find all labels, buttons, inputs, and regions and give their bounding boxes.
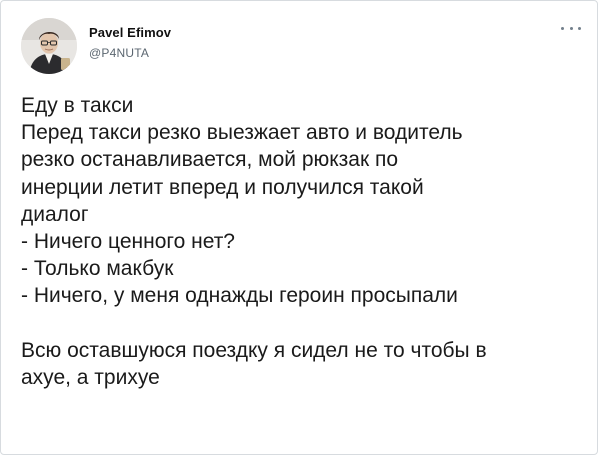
tweet-line: резко останавливается, мой рюкзак по	[21, 148, 399, 172]
author-avatar[interactable]	[21, 18, 77, 74]
tweet-line: - Ничего, у меня однажды героин просыпал…	[21, 284, 458, 308]
tweet-line: диалог	[21, 202, 89, 226]
tweet-line: - Ничего ценного нет?	[21, 229, 235, 253]
tweet-line: Еду в такси	[21, 94, 134, 117]
tweet-text: Еду в такси Перед такси резко выезжает а…	[21, 92, 591, 391]
tweet-line: Перед такси резко выезжает авто и водите…	[21, 121, 463, 145]
tweet-line: ахуе, а трихуе	[21, 365, 160, 389]
tweet-card: Pavel Efimov @P4NUTA Еду в такси Перед т…	[0, 0, 598, 455]
tweet-line: инерции летит вперед и получился такой	[21, 175, 424, 199]
user-avatar-photo-icon	[21, 18, 77, 74]
more-dot	[569, 26, 573, 30]
more-dot	[561, 26, 564, 30]
author-name[interactable]: Pavel Efimov	[89, 25, 171, 40]
tweet-line: Всю оставшуюся поездку я сидел не то что…	[21, 338, 487, 362]
more-dot	[578, 26, 581, 30]
tweet-line: - Только макбук	[21, 257, 174, 281]
author-handle[interactable]: @P4NUTA	[89, 46, 149, 60]
more-options-icon[interactable]	[561, 20, 581, 36]
